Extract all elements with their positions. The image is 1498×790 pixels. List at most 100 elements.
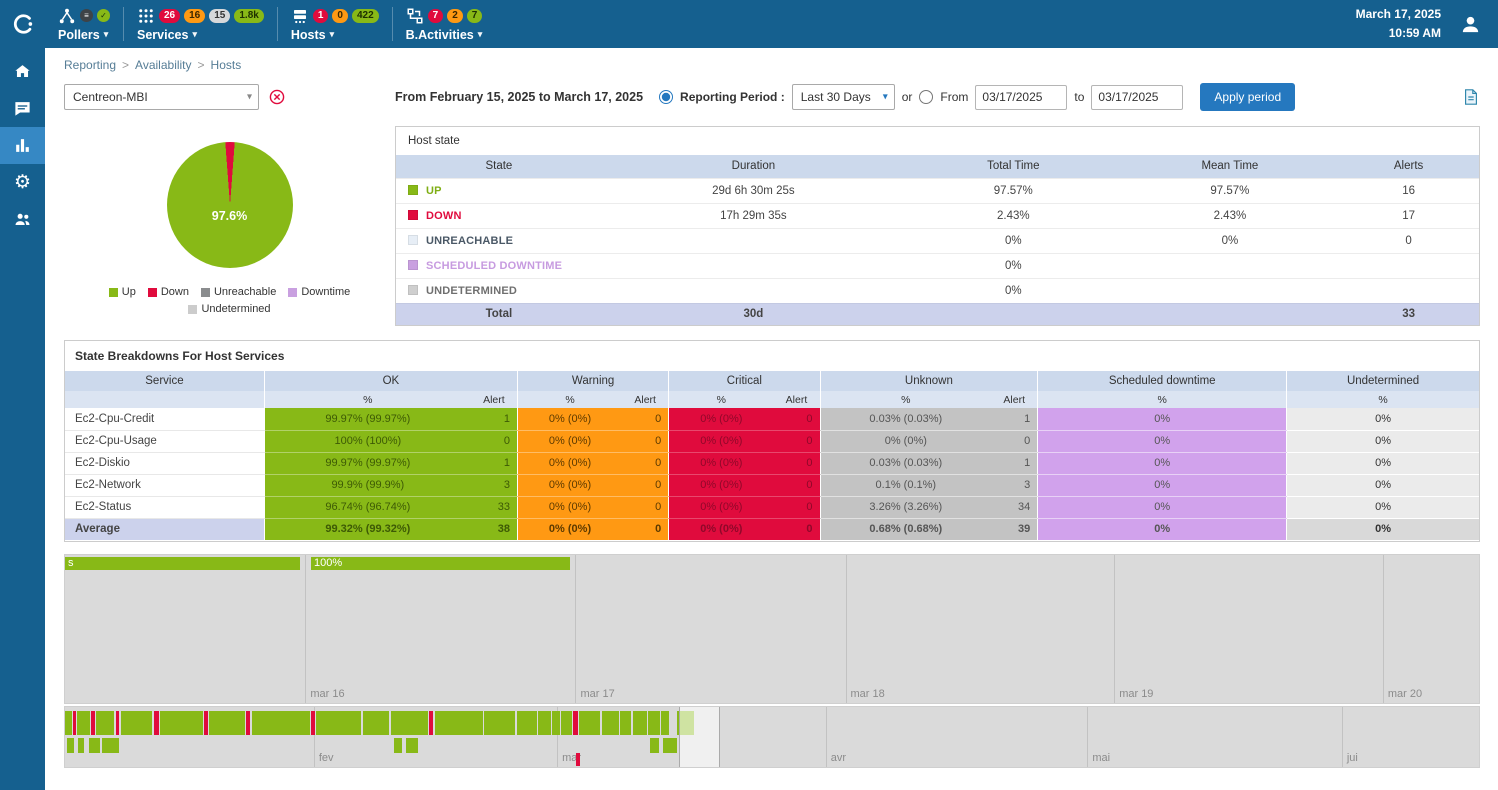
breakdown-row: Ec2-Cpu-Credit 99.97% (99.97%)1 0% (0%)0…	[65, 408, 1479, 430]
clear-icon	[269, 89, 285, 105]
to-label: to	[1074, 90, 1084, 104]
hosts-ok-badge[interactable]: 422	[352, 9, 379, 23]
sidebar-item-monitoring[interactable]	[0, 90, 45, 127]
host-group-select[interactable]: Centreon-MBI	[64, 84, 259, 110]
ba-critical-badge[interactable]: 7	[428, 9, 444, 23]
service-name[interactable]: Ec2-Cpu-Usage	[65, 430, 264, 452]
brush-segment	[538, 711, 551, 735]
brush-selection[interactable]	[679, 707, 720, 767]
warning-alert: 0	[622, 474, 669, 496]
ok-alert: 1	[471, 408, 518, 430]
hosts-label: Hosts	[291, 28, 326, 42]
centreon-logo[interactable]	[0, 0, 45, 48]
critical-alert: 0	[773, 452, 820, 474]
clear-selection-button[interactable]	[269, 89, 285, 105]
export-report-button[interactable]	[1462, 88, 1480, 106]
col-state: State	[396, 155, 602, 178]
sidebar-item-reporting[interactable]	[0, 127, 45, 164]
hosts-critical-badge[interactable]: 1	[313, 9, 329, 23]
brush-segment	[77, 711, 90, 735]
sidebar-item-administration[interactable]	[0, 201, 45, 238]
services-critical-badge[interactable]: 26	[159, 9, 180, 23]
user-profile-button[interactable]	[1459, 13, 1482, 36]
ba-ok-badge[interactable]: 7	[467, 9, 483, 23]
state-swatch	[408, 285, 418, 295]
services-warning-badge[interactable]: 16	[184, 9, 205, 23]
breadcrumb-hosts[interactable]: Hosts	[211, 58, 242, 72]
breakdown-row: Ec2-Diskio 99.97% (99.97%)1 0% (0%)0 0% …	[65, 452, 1479, 474]
service-name[interactable]: Ec2-Diskio	[65, 452, 264, 474]
reporting-period-radio[interactable]	[659, 90, 673, 104]
chevron-down-icon: ▾	[478, 29, 483, 40]
brush-segment	[663, 738, 677, 753]
unknown-percent: 0.03% (0.03%)	[820, 408, 991, 430]
ok-alert: 1	[471, 452, 518, 474]
brush-segment	[96, 711, 114, 735]
unknown-alert: 34	[991, 496, 1038, 518]
brush-segment	[394, 738, 401, 753]
duration-value	[602, 228, 905, 253]
breadcrumb-reporting[interactable]: Reporting	[64, 58, 116, 72]
sidebar-item-configuration[interactable]: ⚙	[0, 164, 45, 201]
breadcrumb-availability[interactable]: Availability	[135, 58, 191, 72]
alerts-value: 16	[1338, 178, 1479, 203]
apply-period-button[interactable]: Apply period	[1200, 83, 1295, 111]
brush-gridline	[1087, 707, 1088, 767]
services-pending-badge[interactable]: 15	[209, 9, 230, 23]
menu-services[interactable]: 26 16 15 1.8k Services▾	[124, 0, 277, 48]
brush-segment	[65, 711, 72, 735]
service-name[interactable]: Ec2-Status	[65, 496, 264, 518]
to-date-input[interactable]	[1091, 85, 1183, 110]
critical-percent: 0% (0%)	[669, 474, 774, 496]
hosts-icon	[291, 7, 309, 25]
legend-label: Unreachable	[214, 286, 276, 298]
alerts-value: 17	[1338, 203, 1479, 228]
state-breakdowns-title: State Breakdowns For Host Services	[65, 341, 1479, 371]
ok-alert: 3	[471, 474, 518, 496]
legend-swatch	[288, 288, 297, 297]
breakdown-row: Ec2-Cpu-Usage 100% (100%)0 0% (0%)0 0% (…	[65, 430, 1479, 452]
undetermined-percent: 0%	[1287, 496, 1479, 518]
custom-period-radio[interactable]	[919, 90, 933, 104]
chevron-down-icon: ▾	[192, 29, 197, 40]
period-select[interactable]: Last 30 Days	[792, 84, 895, 110]
critical-alert: 0	[773, 408, 820, 430]
sidebar-item-home[interactable]	[0, 53, 45, 90]
legend-swatch	[188, 305, 197, 314]
sidebar: ⚙	[0, 48, 45, 790]
brush-segment	[661, 711, 669, 735]
service-name[interactable]: Ec2-Cpu-Credit	[65, 408, 264, 430]
menu-pollers[interactable]: ≡ ✓ Pollers▾	[45, 0, 123, 48]
sub-percent: %	[264, 391, 470, 408]
breakdown-row: Ec2-Status 96.74% (96.74%)33 0% (0%)0 0%…	[65, 496, 1479, 518]
timeline-main-chart[interactable]: mar 16mar 17mar 18mar 19mar 20s100%	[64, 554, 1480, 704]
legend-item-down: Down	[148, 286, 189, 298]
timeline-gridline	[1114, 555, 1115, 703]
sub-alert: Alert	[622, 391, 669, 408]
mean-time-value: 97.57%	[1122, 178, 1339, 203]
ok-percent: 99.32% (99.32%)	[264, 518, 470, 540]
timeline-brush[interactable]: fevmaravrmaijui	[64, 706, 1480, 768]
menu-business-activities[interactable]: 7 2 7 B.Activities▾	[393, 0, 496, 48]
hosts-warning-badge[interactable]: 0	[332, 9, 348, 23]
col-warning: Warning	[517, 371, 668, 391]
brush-segment	[209, 711, 244, 735]
col-alerts: Alerts	[1338, 155, 1479, 178]
services-ok-badge[interactable]: 1.8k	[234, 9, 263, 23]
unknown-alert: 1	[991, 452, 1038, 474]
service-name[interactable]: Ec2-Network	[65, 474, 264, 496]
total-time-value: 0%	[905, 253, 1122, 278]
filter-bar: Centreon-MBI From February 15, 2025 to M…	[64, 83, 1480, 111]
menu-hosts[interactable]: 1 0 422 Hosts▾	[278, 0, 392, 48]
brush-segment	[552, 711, 560, 735]
ba-warning-badge[interactable]: 2	[447, 9, 463, 23]
chevron-down-icon: ▾	[104, 29, 109, 40]
col-undetermined: Undetermined	[1287, 371, 1479, 391]
current-time: 10:59 AM	[1356, 24, 1441, 43]
critical-percent: 0% (0%)	[669, 430, 774, 452]
unknown-alert: 1	[991, 408, 1038, 430]
warning-percent: 0% (0%)	[517, 430, 622, 452]
from-date-input[interactable]	[975, 85, 1067, 110]
brush-segment	[78, 738, 84, 753]
col-service: Service	[65, 371, 264, 391]
